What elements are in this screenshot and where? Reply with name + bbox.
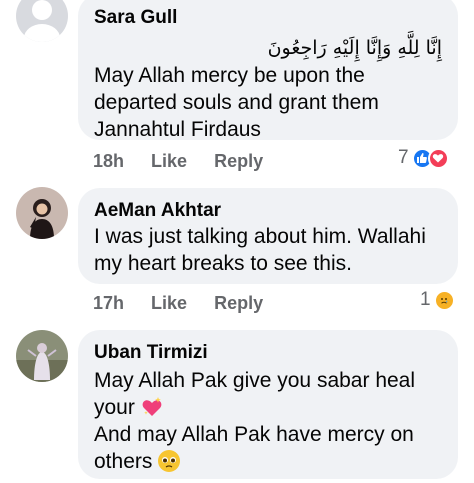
comment-bubble: Uban Tirmizi May Allah Pak give you saba… [78,330,458,479]
avatar[interactable] [16,187,68,239]
reply-button[interactable]: Reply [214,293,263,313]
reaction-count: 1 [420,289,431,310]
comment-actions: 18h Like Reply [93,150,285,172]
reaction-summary[interactable]: 1 [420,289,455,311]
comment-time[interactable]: 17h [93,293,124,313]
avatar[interactable] [16,0,68,42]
like-button[interactable]: Like [151,151,187,171]
comment-arabic-text: إِنَّا لِلَّهِ وَإِنَّا إِلَيْهِ رَاجِعُ… [267,37,442,59]
profile-photo-icon [16,187,68,239]
comment-text-line: my heart breaks to see this. [94,252,352,275]
avatar[interactable] [16,330,68,382]
sad-icon [433,289,455,311]
comment-bubble: Sara Gull إِنَّا لِلَّهِ وَإِنَّا إِلَيْ… [78,0,458,141]
comment-time[interactable]: 18h [93,151,124,171]
reply-button[interactable]: Reply [214,151,263,171]
comment-text-fragment: your [94,396,135,419]
commenter-name[interactable]: AeMan Akhtar [94,199,442,223]
profile-photo-icon [16,330,68,382]
comment-text-line: May Allah mercy be upon the [94,64,365,87]
pleading-face-emoji [158,450,181,472]
comment-text-line-with-emoji: your [94,394,442,421]
love-icon [427,147,449,169]
comment-bubble: AeMan Akhtar I was just talking about hi… [78,188,458,284]
comment-text-line: Jannahtul Firdaus [94,118,261,141]
reaction-summary[interactable]: 7 [398,147,449,169]
comment-text-line: departed souls and grant them [94,91,379,114]
commenter-name[interactable]: Sara Gull [94,6,442,30]
comment-text-fragment: others [94,450,153,473]
comment-text-line-with-emoji: others [94,448,442,475]
reaction-count: 7 [398,147,409,168]
commenter-name[interactable]: Uban Tirmizi [94,341,442,365]
comment-text-line: I was just talking about him. Wallahi [94,225,426,248]
sparkling-heart-emoji [141,396,163,418]
comment-text-line: And may Allah Pak have mercy on [94,423,414,446]
comment-actions: 17h Like Reply [93,292,285,314]
default-avatar-icon [16,0,68,42]
comment-text-line: May Allah Pak give you sabar heal [94,369,416,392]
like-button[interactable]: Like [151,293,187,313]
